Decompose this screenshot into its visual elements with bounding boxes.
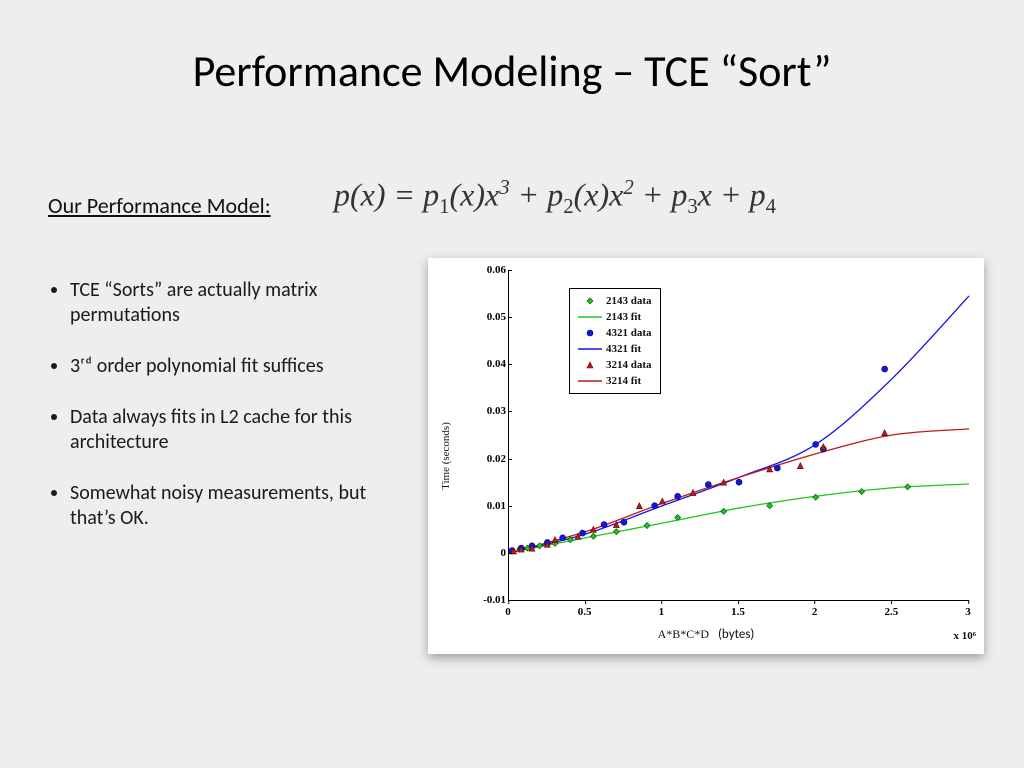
y-tick-label: 0.03	[466, 405, 506, 417]
y-tick-label: -0.01	[466, 594, 506, 606]
x-tick-label: 2.5	[884, 606, 898, 618]
legend-label: 2143 fit	[604, 311, 641, 323]
x-tick-label: 1.5	[731, 606, 745, 618]
legend-item: 4321 fit	[576, 341, 652, 357]
legend-item: 2143 data	[576, 293, 652, 309]
x-axis-multiplier: x 10⁶	[953, 630, 976, 642]
legend-label: 3214 data	[604, 359, 652, 371]
y-tick-label: 0.02	[466, 453, 506, 465]
model-formula: p(x) = p1(x)x3 + p2(x)x2 + p3x + p4	[334, 176, 776, 219]
legend-label: 3214 fit	[604, 375, 641, 387]
x-tick-label: 2	[812, 606, 818, 618]
legend-label: 4321 fit	[604, 343, 641, 355]
slide: Performance Modeling – TCE “Sort” Our Pe…	[0, 0, 1024, 768]
y-tick-label: 0.01	[466, 500, 506, 512]
x-axis-label: A*B*C*D (bytes)	[428, 627, 984, 642]
x-tick-label: 3	[965, 606, 971, 618]
bullet-item: TCE “Sorts” are actually matrix permutat…	[70, 278, 388, 328]
legend-item: 3214 data	[576, 357, 652, 373]
legend-item: 4321 data	[576, 325, 652, 341]
legend-label: 4321 data	[604, 327, 652, 339]
bullet-list: TCE “Sorts” are actually matrix permutat…	[48, 278, 388, 557]
legend-item: 2143 fit	[576, 309, 652, 325]
x-tick-label: 0.5	[578, 606, 592, 618]
model-label: Our Performance Model:	[48, 192, 271, 219]
y-axis-label: Time (seconds)	[440, 422, 452, 490]
chart-panel: Time (seconds) 2143 data 2143 fit 4321 dat…	[428, 258, 984, 654]
plot-area: 2143 data 2143 fit 4321 data 4321 fit 3214 d…	[508, 270, 969, 601]
y-tick-label: 0.06	[466, 264, 506, 276]
y-tick-label: 0.04	[466, 358, 506, 370]
bullet-item: Data always fits in L2 cache for this ar…	[70, 405, 388, 455]
x-tick-label: 1	[659, 606, 665, 618]
slide-title: Performance Modeling – TCE “Sort”	[0, 44, 1024, 98]
bullet-item: Somewhat noisy measurements, but that’s …	[70, 481, 388, 531]
x-tick-label: 0	[505, 606, 511, 618]
legend: 2143 data 2143 fit 4321 data 4321 fit 3214 d…	[569, 288, 661, 394]
legend-label: 2143 data	[604, 295, 652, 307]
y-tick-label: 0	[466, 547, 506, 559]
y-tick-label: 0.05	[466, 311, 506, 323]
legend-item: 3214 fit	[576, 373, 652, 389]
bullet-item: 3ʳᵈ order polynomial fit suffices	[70, 354, 388, 379]
